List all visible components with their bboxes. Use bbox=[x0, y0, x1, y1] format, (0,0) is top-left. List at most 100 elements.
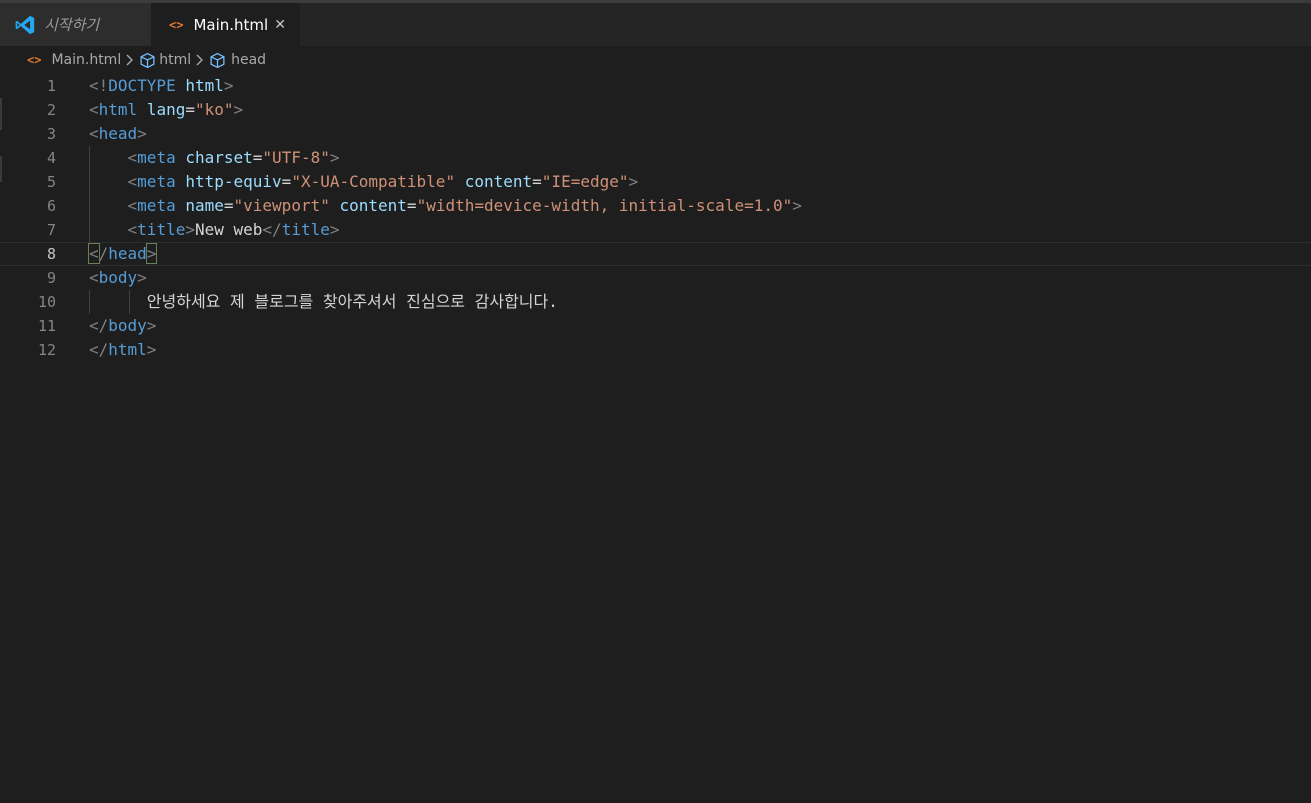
code-token: html bbox=[185, 76, 224, 95]
tab-bar: 시작하기 <> Main.html ✕ bbox=[0, 3, 1311, 46]
breadcrumb-file[interactable]: <> Main.html bbox=[27, 52, 121, 68]
code-line[interactable]: 9 <body> bbox=[0, 266, 1311, 290]
code-line[interactable]: 1 <!DOCTYPE html> bbox=[0, 74, 1311, 98]
chevron-right-icon bbox=[195, 54, 205, 66]
code-token: "IE=edge" bbox=[541, 172, 629, 191]
code-token: = bbox=[223, 196, 234, 215]
code-line[interactable]: 3 <head> bbox=[0, 122, 1311, 146]
code-token: < bbox=[89, 124, 99, 143]
code-token: content bbox=[464, 172, 533, 191]
code-token: > bbox=[185, 220, 195, 239]
code-line[interactable]: 7 <title>New web</title> bbox=[0, 218, 1311, 242]
code-token: New web bbox=[194, 220, 263, 239]
code-token: "UTF-8" bbox=[262, 148, 330, 167]
code-line[interactable]: 11 </body> bbox=[0, 314, 1311, 338]
code-token: = bbox=[532, 172, 542, 191]
code-token: "ko" bbox=[194, 100, 234, 119]
vscode-logo-icon bbox=[14, 14, 36, 36]
code-token: meta bbox=[137, 148, 176, 167]
code-token: "viewport" bbox=[233, 196, 330, 215]
cube-icon bbox=[139, 52, 156, 69]
breadcrumb-item-head[interactable]: head bbox=[209, 52, 266, 69]
code-token: "width=device-width, initial-scale=1.0" bbox=[416, 196, 793, 215]
code-text: </head> bbox=[88, 243, 158, 265]
code-token: title bbox=[137, 220, 186, 239]
code-token: < bbox=[88, 243, 100, 264]
line-number: 12 bbox=[37, 341, 56, 359]
code-token: body bbox=[98, 268, 138, 287]
code-token: http-equiv bbox=[185, 172, 282, 191]
code-token: lang bbox=[146, 100, 186, 119]
breadcrumb-item-label: head bbox=[231, 52, 267, 68]
code-token: head bbox=[98, 124, 138, 143]
tab-welcome[interactable]: 시작하기 bbox=[0, 3, 151, 46]
code-text: <body> bbox=[89, 266, 147, 290]
code-token: > bbox=[146, 316, 157, 335]
code-token: < bbox=[89, 100, 99, 119]
code-token: = bbox=[252, 148, 263, 167]
code-token: charset bbox=[185, 148, 253, 167]
breadcrumb-file-label: Main.html bbox=[51, 52, 122, 68]
code-token: > bbox=[792, 196, 802, 215]
code-text: <!DOCTYPE html> bbox=[89, 74, 234, 98]
tab-main-label: Main.html bbox=[193, 15, 269, 34]
code-text: </html> bbox=[89, 338, 156, 362]
html-file-icon: <> bbox=[169, 17, 184, 32]
code-line[interactable]: 6 <meta name="viewport" content="width=d… bbox=[0, 194, 1311, 218]
code-token: meta bbox=[137, 172, 176, 191]
line-number: 11 bbox=[37, 317, 56, 335]
code-token: body bbox=[108, 316, 147, 335]
line-number: 2 bbox=[46, 101, 56, 119]
code-text: 안녕하세요 제 블로그를 찾아주셔서 진심으로 감사합니다. bbox=[89, 290, 558, 314]
close-icon[interactable]: ✕ bbox=[274, 17, 286, 33]
code-token: head bbox=[108, 244, 147, 263]
breadcrumb-item-label: html bbox=[159, 52, 192, 68]
line-number: 8 bbox=[46, 245, 56, 263]
code-line[interactable]: 12 </html> bbox=[0, 338, 1311, 362]
code-token: > bbox=[137, 268, 147, 287]
code-token: > bbox=[145, 243, 158, 264]
line-number: 10 bbox=[37, 293, 56, 311]
code-token: name bbox=[185, 196, 224, 215]
code-text: <meta http-equiv="X-UA-Compatible" conte… bbox=[89, 170, 639, 194]
code-line[interactable]: 5 <meta http-equiv="X-UA-Compatible" con… bbox=[0, 170, 1311, 194]
code-token: html bbox=[98, 100, 138, 119]
line-number: 6 bbox=[46, 197, 56, 215]
code-line[interactable]: 4 <meta charset="UTF-8"> bbox=[0, 146, 1311, 170]
code-token: </ bbox=[262, 220, 282, 239]
code-token: < bbox=[127, 148, 138, 167]
code-line[interactable]: 10 안녕하세요 제 블로그를 찾아주셔서 진심으로 감사합니다. bbox=[0, 290, 1311, 314]
code-token: > bbox=[233, 100, 244, 119]
line-number: 4 bbox=[46, 149, 56, 167]
code-text: <title>New web</title> bbox=[89, 218, 340, 242]
code-token: </ bbox=[89, 340, 109, 359]
code-token: > bbox=[329, 148, 340, 167]
code-token: < bbox=[127, 172, 138, 191]
code-text: <head> bbox=[89, 122, 147, 146]
line-number: 9 bbox=[46, 269, 56, 287]
code-line[interactable]: 2 <html lang="ko"> bbox=[0, 98, 1311, 122]
code-editor[interactable]: 1 <!DOCTYPE html> 2 <html lang="ko"> 3 <head>… bbox=[0, 74, 1311, 803]
code-token: content bbox=[339, 196, 407, 215]
tab-main-html[interactable]: <> Main.html ✕ bbox=[151, 3, 300, 46]
code-token: > bbox=[223, 76, 234, 95]
code-text: <meta charset="UTF-8"> bbox=[89, 146, 340, 170]
code-line[interactable]: 8 </head> bbox=[0, 242, 1311, 266]
breadcrumb-item-html[interactable]: html bbox=[139, 52, 191, 69]
code-token: = bbox=[406, 196, 417, 215]
line-number: 1 bbox=[46, 77, 56, 95]
code-token: DOCTYPE bbox=[108, 76, 176, 95]
code-token: > bbox=[137, 124, 147, 143]
code-token: title bbox=[281, 220, 330, 239]
cube-icon bbox=[209, 52, 226, 69]
code-token: / bbox=[98, 244, 109, 263]
